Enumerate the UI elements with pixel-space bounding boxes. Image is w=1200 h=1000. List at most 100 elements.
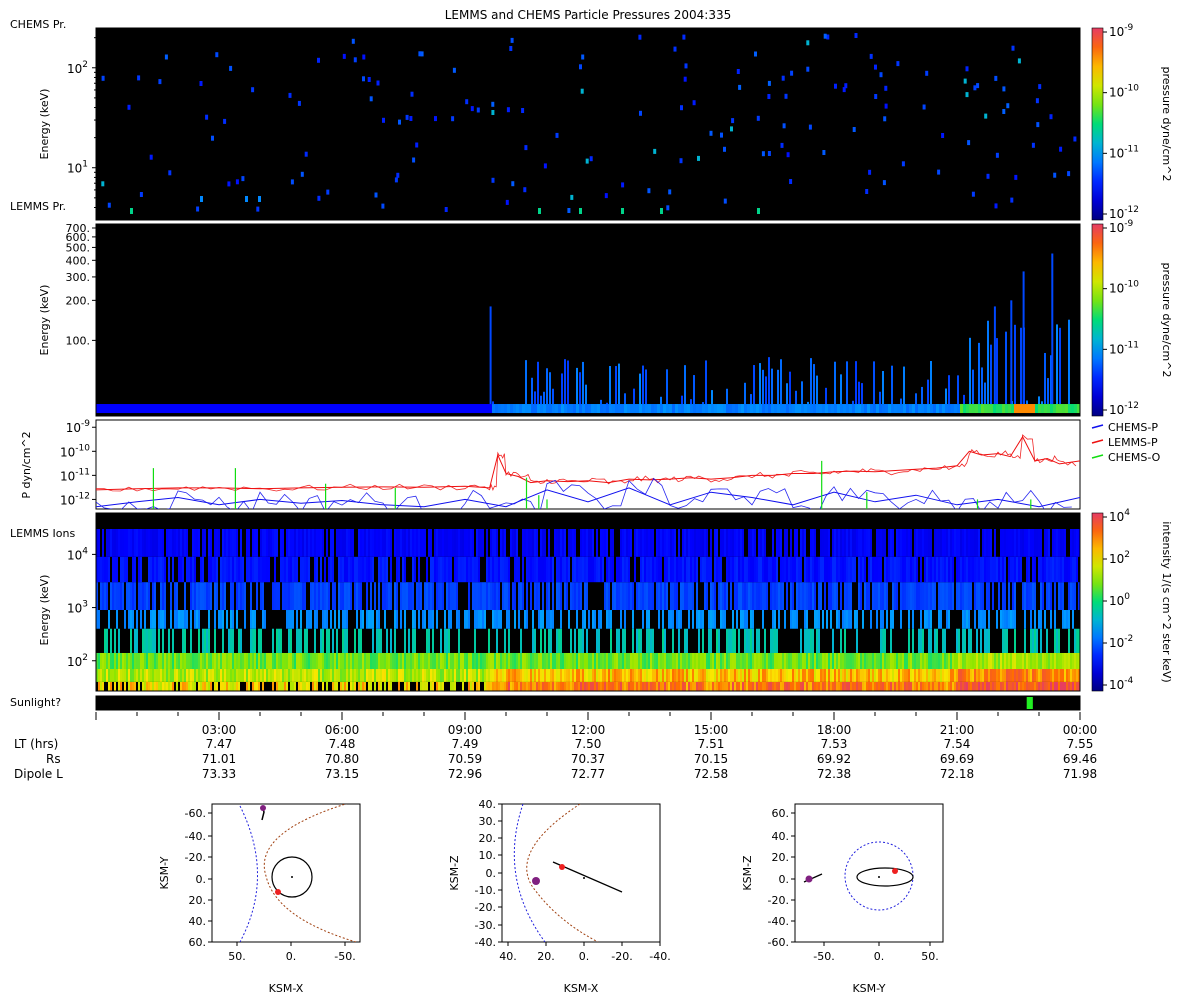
ions-spectrogram-cell [404,681,406,691]
ions-spectrogram-cell [766,668,768,682]
ions-spectrogram-cell [1032,628,1034,653]
ions-spectrogram-cell [302,681,304,691]
chems-spectrogram-pixel [304,151,308,157]
lemms-spectrogram-band [558,404,561,414]
ions-spectrogram-cell [708,610,710,629]
lemms-spectrogram-band [609,404,612,414]
ions-spectrogram-cell [760,529,762,557]
ions-spectrogram-cell [250,556,252,583]
ions-spectrogram-cell [354,668,356,682]
lemms-spectrogram-spike [786,383,788,405]
ions-spectrogram-cell [98,556,100,583]
ions-spectrogram-cell [484,681,486,691]
ions-spectrogram-cell [574,556,576,583]
ions-spectrogram-cell [494,681,496,691]
ions-spectrogram-cell [704,556,706,583]
ions-spectrogram-cell [746,556,748,583]
ions-spectrogram-cell [976,529,978,557]
ions-spectrogram-cell [676,668,678,682]
ions-spectrogram-cell [966,652,968,669]
chems-spectrogram-pixel [376,80,380,86]
ions-spectrogram-cell [276,582,278,611]
lemms-spectrogram-band [702,404,705,414]
ions-spectrogram-cell [812,529,814,557]
ions-spectrogram-cell [530,652,532,669]
ions-spectrogram-cell [306,529,308,557]
ions-spectrogram-cell [910,652,912,669]
ions-spectrogram-cell [530,681,532,691]
ions-spectrogram-cell [506,610,508,629]
ions-spectrogram-cell [1020,529,1022,557]
ions-spectrogram-cell [738,652,740,669]
time-axis: 03:007.4771.0173.3306:007.4870.8073.1509… [14,712,1097,781]
ions-spectrogram-cell [106,652,108,669]
ions-spectrogram-cell [198,628,200,653]
ions-spectrogram-cell [478,652,480,669]
ions-spectrogram-cell [434,556,436,583]
ions-spectrogram-cell [598,556,600,583]
dipole-l-value: 71.98 [1063,767,1097,781]
ions-spectrogram-cell [836,610,838,629]
ions-spectrogram-cell [736,610,738,629]
ions-spectrogram-cell [258,628,260,653]
ions-spectrogram-cell [448,529,450,557]
ions-spectrogram-cell [794,681,796,691]
ions-spectrogram-cell [198,610,200,629]
ions-spectrogram-cell [1030,681,1032,691]
ions-spectrogram-cell [784,529,786,557]
ions-spectrogram-cell [668,681,670,691]
lemms-spectrogram-band [438,404,441,414]
ions-spectrogram-cell [866,652,868,669]
ions-spectrogram-cell [924,610,926,629]
ions-spectrogram-cell [462,652,464,669]
chems-spectrogram-pixel [164,54,168,60]
ions-spectrogram-cell [878,529,880,557]
chems-colorbar-tick-label: 10-9 [1109,23,1134,39]
ions-spectrogram-cell [548,668,550,682]
ions-spectrogram-cell [300,668,302,682]
ions-spectrogram-cell [668,668,670,682]
ions-spectrogram-cell [170,610,172,629]
ions-spectrogram-cell [458,652,460,669]
ions-spectrogram-cell [182,668,184,682]
ions-spectrogram-cell [774,652,776,669]
ions-spectrogram-cell [432,582,434,611]
ions-spectrogram-cell [616,628,618,653]
ions-spectrogram-cell [974,681,976,691]
ions-spectrogram-cell [950,556,952,583]
ions-colorbar-tick-label: 10-2 [1109,634,1133,650]
lemms-spectrogram-band [522,404,525,414]
ions-spectrogram-cell [892,582,894,611]
ions-spectrogram-cell [1044,668,1046,682]
ions-spectrogram-cell [208,628,210,653]
ions-spectrogram-cell [338,652,340,669]
ions-spectrogram-cell [610,556,612,583]
ions-spectrogram-cell [484,582,486,611]
orbit-x-tick-label: 50. [228,950,246,963]
chems-spectrogram-pixel [567,208,571,213]
ions-spectrogram-cell [662,582,664,611]
lemms-spectrogram-band [432,404,435,414]
ions-spectrogram-cell [136,668,138,682]
ions-spectrogram-cell [340,681,342,691]
lemms-spectrogram-band [1041,404,1044,414]
ions-spectrogram-cell [122,556,124,583]
ions-spectrogram-cell [910,681,912,691]
ions-spectrogram-cell [774,556,776,583]
ions-spectrogram-cell [986,582,988,611]
ions-spectrogram-cell [302,652,304,669]
lemms-spectrogram-band [576,404,579,414]
ions-spectrogram-cell [580,628,582,653]
ions-spectrogram-cell [296,556,298,583]
ions-spectrogram-cell [780,652,782,669]
ions-spectrogram-cell [538,582,540,611]
ions-spectrogram-cell [582,652,584,669]
ions-spectrogram-cell [254,681,256,691]
ions-spectrogram-cell [266,652,268,669]
orbit-x-tick-label: 0. [286,950,297,963]
ions-spectrogram-cell [214,681,216,691]
ions-spectrogram-cell [720,529,722,557]
orbit-x-tick-label: 0. [874,950,885,963]
ions-spectrogram-cell [804,681,806,691]
ions-spectrogram-cell [468,681,470,691]
